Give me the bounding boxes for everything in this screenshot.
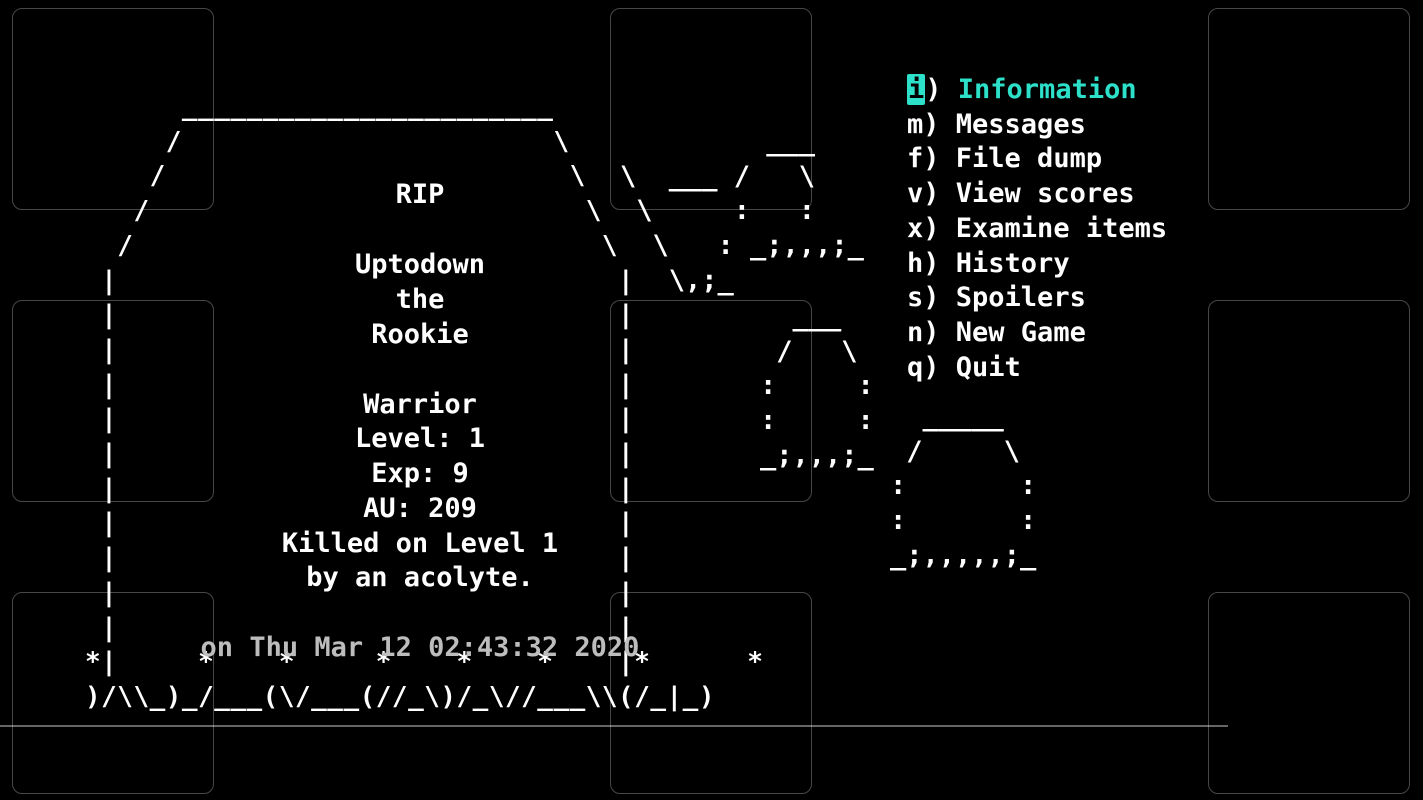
menu-paren: )	[923, 317, 956, 348]
bg-tile	[1208, 300, 1410, 502]
menu-paren: )	[923, 213, 956, 244]
menu-item-new-game[interactable]: n) New Game	[907, 316, 1167, 351]
menu-paren: )	[923, 143, 956, 174]
ascii-decoration: ___ / \ : : : : _;,,,;_	[760, 300, 874, 474]
ascii-decoration: _____ / \ : : : : _;,,,,,;_	[890, 400, 1036, 574]
menu-item-quit[interactable]: q) Quit	[907, 351, 1167, 386]
menu-label: Spoilers	[956, 282, 1086, 313]
menu-paren: )	[923, 352, 956, 383]
menu-item-examine-items[interactable]: x) Examine items	[907, 212, 1167, 247]
menu-key: f	[907, 143, 923, 174]
menu-paren: )	[923, 282, 956, 313]
menu-key: i	[907, 74, 925, 105]
tomb-killed: Killed on Level 1	[120, 527, 720, 562]
tomb-exp: Exp: 9	[120, 457, 720, 492]
menu-item-messages[interactable]: m) Messages	[907, 108, 1167, 143]
menu-paren: )	[923, 178, 956, 209]
menu-label: Examine items	[956, 213, 1167, 244]
menu-paren: )	[925, 74, 958, 105]
bg-tile	[1208, 592, 1410, 794]
tomb-name: Rookie	[120, 318, 720, 353]
menu-item-history[interactable]: h) History	[907, 247, 1167, 282]
tomb-killed: by an acolyte.	[120, 561, 720, 596]
menu-label: Messages	[956, 109, 1086, 140]
menu-key: n	[907, 317, 923, 348]
menu-label: Information	[958, 74, 1137, 105]
tomb-level: Level: 1	[120, 422, 720, 457]
menu-paren: )	[923, 248, 956, 279]
menu-key: m	[907, 109, 923, 140]
tomb-class: Warrior	[120, 388, 720, 423]
bg-tile	[1208, 8, 1410, 210]
tomb-date: on Thu Mar 12 02:43:32 2020	[120, 631, 720, 666]
menu-label: Quit	[956, 352, 1021, 383]
menu-key: q	[907, 352, 923, 383]
death-menu: i) Informationm) Messagesf) File dumpv) …	[907, 73, 1167, 385]
menu-key: x	[907, 213, 923, 244]
menu-item-file-dump[interactable]: f) File dump	[907, 142, 1167, 177]
menu-item-information[interactable]: i) Information	[907, 73, 1167, 108]
menu-label: View scores	[956, 178, 1135, 209]
menu-key: h	[907, 248, 923, 279]
bg-divider	[0, 725, 1228, 727]
menu-item-view-scores[interactable]: v) View scores	[907, 177, 1167, 212]
menu-key: v	[907, 178, 923, 209]
menu-label: History	[956, 248, 1070, 279]
menu-paren: )	[923, 109, 956, 140]
menu-item-spoilers[interactable]: s) Spoilers	[907, 281, 1167, 316]
ascii-decoration: ___ \ ___ / \ \ : : \ : _;,,,;_ \,;_	[620, 125, 864, 299]
game-screen: _______________________ / \ / \ / \ / \ …	[0, 0, 1423, 800]
menu-label: New Game	[956, 317, 1086, 348]
menu-key: s	[907, 282, 923, 313]
tomb-au: AU: 209	[120, 492, 720, 527]
menu-label: File dump	[956, 143, 1102, 174]
